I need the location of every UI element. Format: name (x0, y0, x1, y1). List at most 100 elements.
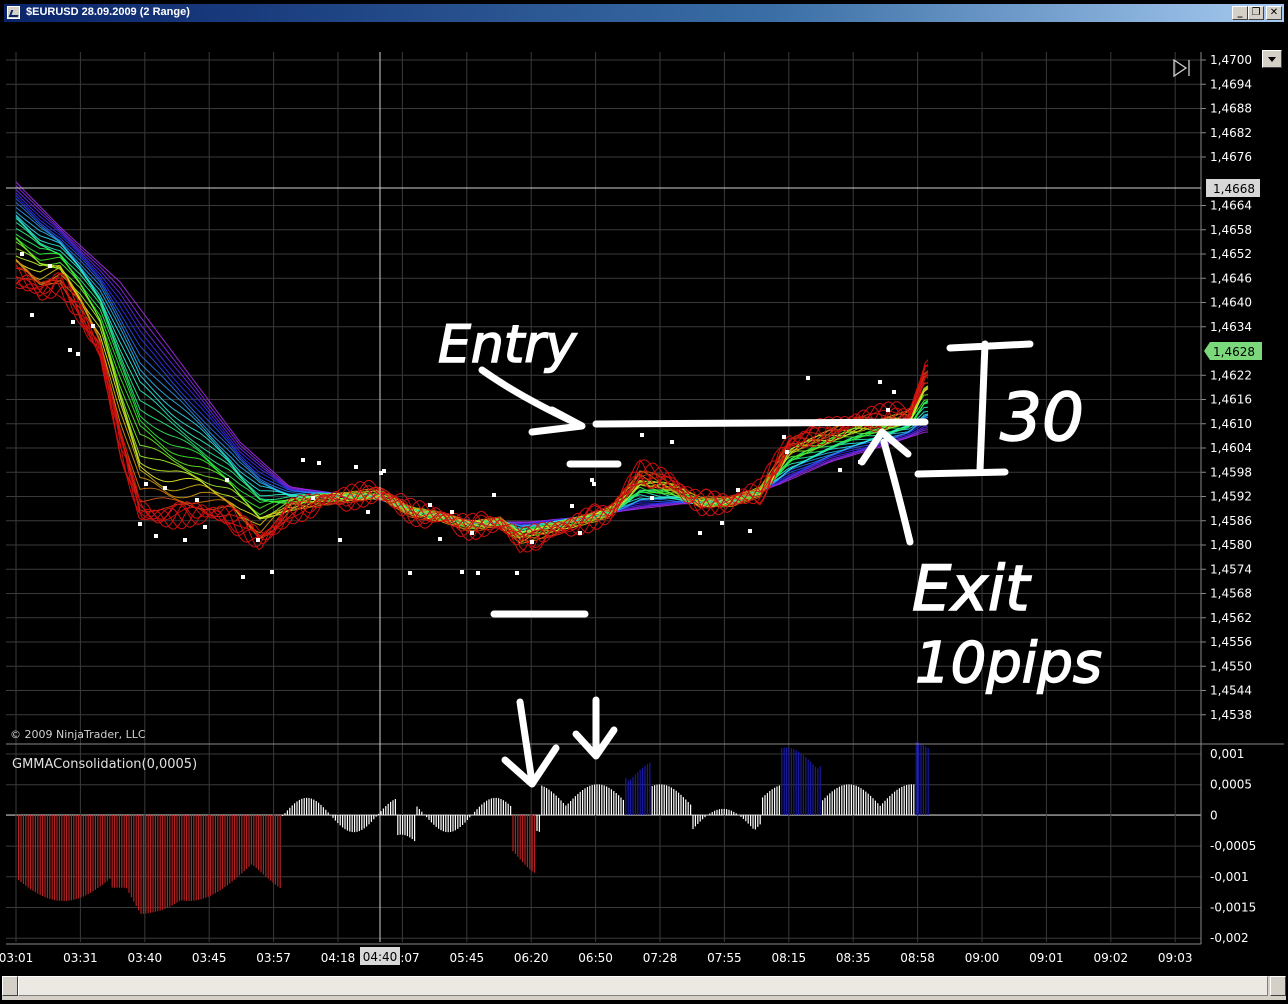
histogram-bar (687, 801, 689, 815)
histogram-bar (58, 815, 60, 901)
histogram-bar (138, 815, 140, 911)
histogram-bar (190, 815, 192, 901)
histogram-bar (438, 815, 440, 829)
close-button[interactable]: ✕ (1266, 6, 1282, 20)
histogram-bar (675, 790, 677, 815)
histogram-bar (879, 805, 881, 815)
histogram-bar (358, 815, 360, 832)
histogram-bar (402, 815, 404, 835)
price-chart[interactable]: 1,4700 1,4694 1,4688 1,4682 1,4676 1,4664 1,46… (0, 22, 1288, 972)
histogram-bar (637, 771, 639, 815)
histogram-bar (30, 815, 32, 890)
histogram-bar (853, 784, 855, 815)
histogram-bar (582, 789, 584, 815)
histogram-bar (474, 811, 476, 815)
swing-dot (338, 538, 342, 542)
horizontal-scrollbar[interactable] (0, 972, 1288, 1004)
swing-dot (20, 252, 24, 256)
time-tick-label: 03:57 (256, 951, 291, 965)
histogram-bar (649, 762, 651, 815)
histogram-bar (325, 809, 327, 815)
histogram-bar (692, 815, 694, 830)
histogram-bar (824, 797, 826, 815)
histogram-bar (418, 809, 420, 815)
histogram-bar (118, 815, 120, 888)
histogram-bar (483, 802, 485, 815)
ribbon-line (15, 221, 929, 531)
ribbon-line (15, 241, 929, 537)
histogram-bar (817, 768, 819, 815)
histogram-bar (704, 815, 706, 818)
price-tick-label: 1,4622 (1210, 368, 1252, 382)
histogram-bar (217, 815, 219, 892)
histogram-bar (884, 800, 886, 815)
swing-dot (785, 450, 789, 454)
histogram-bar (102, 815, 104, 885)
histogram-bar (846, 784, 848, 815)
scrollbar-thumb[interactable] (18, 976, 1268, 996)
histogram-bar (27, 815, 29, 888)
histogram-bar (339, 815, 341, 826)
histogram-bar (901, 786, 903, 815)
histogram-bar (270, 815, 272, 881)
histogram-bar (224, 815, 226, 888)
histogram-bar (560, 800, 562, 815)
histogram-bar (99, 815, 101, 887)
histogram-bar (841, 785, 843, 815)
histogram-bar (63, 815, 65, 901)
histogram-bar (848, 784, 850, 815)
histogram-bar (786, 747, 788, 815)
time-tick-label: 09:01 (1029, 951, 1064, 965)
histogram-bar (906, 784, 908, 815)
histogram-bar (457, 815, 459, 829)
ribbon-line (15, 248, 929, 534)
minimize-button[interactable]: _ (1232, 6, 1248, 20)
histogram-bar (78, 815, 80, 899)
swing-dot (720, 521, 724, 525)
histogram-bar (142, 815, 144, 914)
histogram-bar (589, 785, 591, 815)
price-tick-label: 1,4592 (1210, 490, 1252, 504)
histogram-bar (390, 801, 392, 815)
histogram-bar (493, 797, 495, 815)
chart-grid (6, 52, 1201, 942)
time-tick-label: 08:35 (836, 951, 871, 965)
histogram-bar (658, 784, 660, 815)
histogram-bar (690, 804, 692, 815)
histogram-bar (469, 815, 471, 818)
histogram-bar (505, 801, 507, 815)
histogram-bar (378, 813, 380, 815)
swing-dot (301, 458, 305, 462)
histogram-bar (546, 788, 548, 815)
price-tick-label: 1,4562 (1210, 611, 1252, 625)
price-tick-label: 1,4550 (1210, 659, 1252, 673)
histogram-bar (745, 815, 747, 822)
dropdown-arrow-icon[interactable] (1262, 50, 1282, 68)
scroll-left-button[interactable] (2, 976, 18, 996)
histogram-bar (90, 815, 92, 893)
histogram-bar (44, 815, 46, 898)
histogram-bar (380, 811, 382, 815)
swing-dot (311, 496, 315, 500)
histogram-bar (570, 800, 572, 815)
histogram-bar (298, 799, 300, 815)
indicator-tick-label: -0,001 (1210, 870, 1249, 884)
price-tick-label: 1,4586 (1210, 514, 1252, 528)
histogram-bar (740, 815, 742, 817)
ribbon-line (15, 237, 929, 536)
histogram-bar (87, 815, 89, 895)
histogram-bar (651, 786, 653, 815)
histogram-bar (646, 764, 648, 815)
svg-text:1,4628: 1,4628 (1213, 345, 1255, 359)
time-tick-label: 05:45 (450, 951, 485, 965)
window-title: $EURUSD 28.09.2009 (2 Range) (26, 6, 190, 18)
scroll-right-button[interactable] (1270, 976, 1286, 996)
histogram-bar (162, 815, 164, 910)
swing-dot (183, 538, 187, 542)
histogram-bar (733, 811, 735, 815)
histogram-bar (656, 784, 658, 815)
histogram-bar (858, 786, 860, 815)
histogram-bar (219, 815, 221, 891)
restore-button[interactable]: ❐ (1248, 6, 1264, 20)
swing-dot (590, 478, 594, 482)
